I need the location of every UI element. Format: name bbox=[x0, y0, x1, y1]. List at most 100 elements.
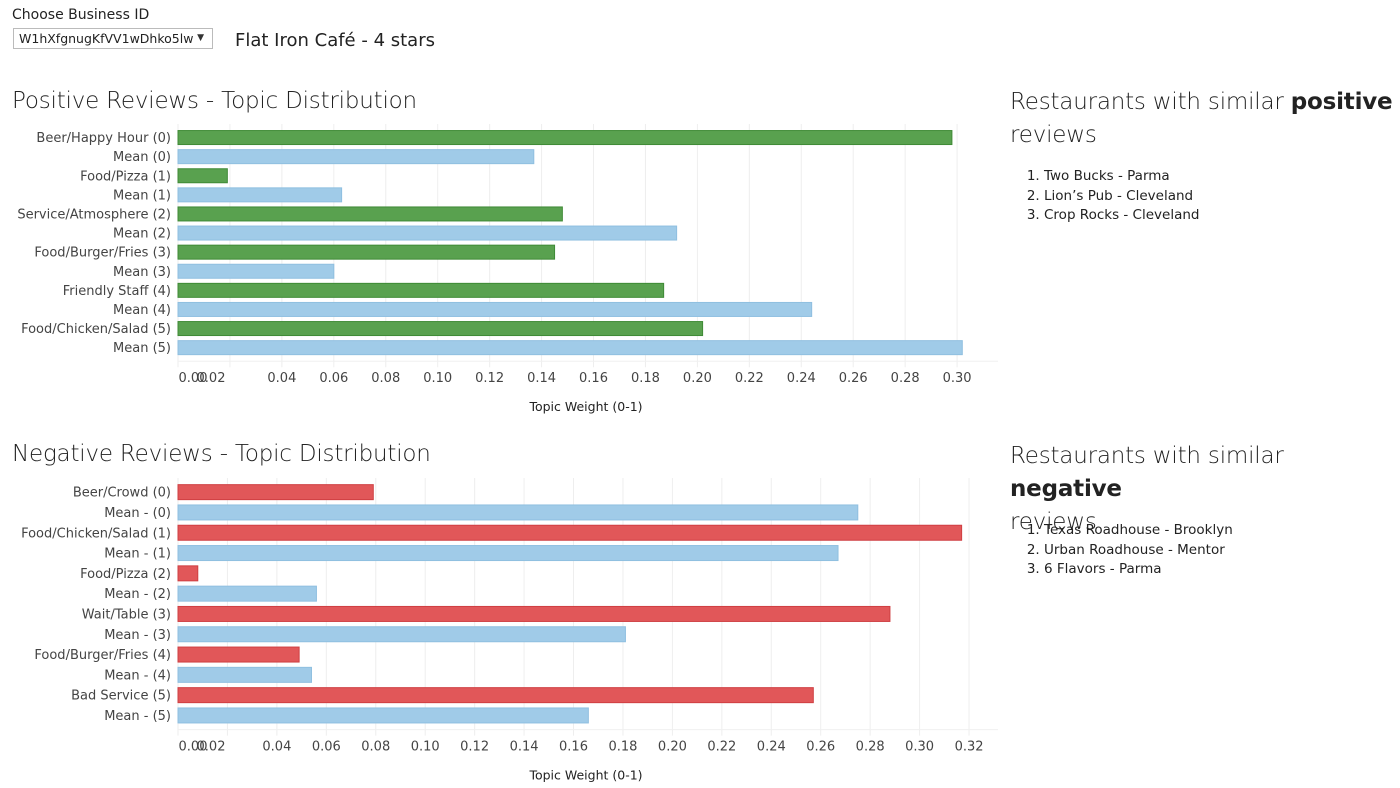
category-label: Food/Pizza (1) bbox=[80, 169, 171, 184]
list-item: Crop Rocks - Cleveland bbox=[1044, 206, 1200, 226]
category-label: Food/Pizza (2) bbox=[80, 567, 171, 582]
topic-bar[interactable] bbox=[177, 321, 704, 337]
x-tick-label: 0.22 bbox=[707, 740, 736, 755]
topic-bar[interactable] bbox=[177, 565, 199, 582]
mean-bar[interactable] bbox=[177, 545, 839, 562]
category-label: Mean - (1) bbox=[104, 547, 171, 562]
category-label: Mean (1) bbox=[113, 188, 171, 203]
x-tick-label: 0.18 bbox=[608, 740, 637, 755]
similar-positive-title-prefix: Restaurants with similar bbox=[1010, 89, 1291, 115]
x-tick-label: 0.04 bbox=[262, 740, 291, 755]
x-tick-label: 0.18 bbox=[631, 371, 660, 386]
x-tick-label: 0.28 bbox=[891, 371, 920, 386]
x-tick-label: 0.02 bbox=[197, 740, 226, 755]
category-label: Mean (5) bbox=[113, 341, 171, 356]
business-title: Flat Iron Café - 4 stars bbox=[235, 30, 435, 51]
x-tick-label: 0.08 bbox=[371, 371, 400, 386]
mean-bar[interactable] bbox=[177, 149, 535, 165]
similar-positive-list: Two Bucks - Parma Lion’s Pub - Cleveland… bbox=[1010, 167, 1200, 226]
x-tick-label: 0.10 bbox=[423, 371, 452, 386]
category-label: Service/Atmosphere (2) bbox=[17, 207, 171, 222]
x-tick-label: 0.24 bbox=[787, 371, 816, 386]
category-label: Beer/Happy Hour (0) bbox=[36, 131, 171, 146]
mean-bar[interactable] bbox=[177, 225, 678, 241]
topic-bar[interactable] bbox=[177, 605, 891, 622]
topic-bar[interactable] bbox=[177, 484, 374, 501]
x-tick-label: 0.30 bbox=[905, 740, 934, 755]
negative-chart-title: Negative Reviews - Topic Distribution bbox=[12, 441, 431, 467]
category-label: Food/Chicken/Salad (1) bbox=[21, 526, 171, 541]
topic-bar[interactable] bbox=[177, 130, 953, 146]
choose-business-label: Choose Business ID bbox=[12, 7, 150, 23]
category-label: Wait/Table (3) bbox=[82, 607, 171, 622]
x-tick-label: 0.08 bbox=[361, 740, 390, 755]
category-label: Mean - (3) bbox=[104, 628, 171, 643]
similar-negative-title-bold: negative bbox=[1010, 476, 1122, 502]
x-tick-label: 0.20 bbox=[658, 740, 687, 755]
mean-bar[interactable] bbox=[177, 263, 335, 279]
x-tick-label: 0.10 bbox=[411, 740, 440, 755]
category-label: Mean - (4) bbox=[104, 668, 171, 683]
topic-bar[interactable] bbox=[177, 168, 228, 184]
x-axis-title: Topic Weight (0-1) bbox=[528, 399, 642, 414]
mean-bar[interactable] bbox=[177, 340, 963, 356]
category-label: Mean - (5) bbox=[104, 709, 171, 724]
mean-bar[interactable] bbox=[177, 504, 859, 521]
business-id-value: W1hXfgnugKfVV1wDhko5lw bbox=[19, 31, 194, 46]
x-tick-label: 0.04 bbox=[267, 371, 296, 386]
mean-bar[interactable] bbox=[177, 187, 343, 203]
category-label: Food/Burger/Fries (3) bbox=[34, 246, 171, 261]
x-tick-label: 0.24 bbox=[757, 740, 786, 755]
similar-positive-title: Restaurants with similar positive reviews bbox=[1010, 86, 1400, 152]
x-tick-label: 0.12 bbox=[460, 740, 489, 755]
x-tick-label: 0.16 bbox=[559, 740, 588, 755]
topic-bar[interactable] bbox=[177, 524, 963, 541]
topic-bar[interactable] bbox=[177, 646, 300, 663]
topic-bar[interactable] bbox=[177, 687, 814, 704]
x-tick-label: 0.30 bbox=[943, 371, 972, 386]
category-label: Mean - (2) bbox=[104, 587, 171, 602]
list-item: Texas Roadhouse - Brooklyn bbox=[1044, 521, 1233, 541]
x-tick-label: 0.20 bbox=[683, 371, 712, 386]
topic-bar[interactable] bbox=[177, 206, 563, 222]
positive-chart-title: Positive Reviews - Topic Distribution bbox=[12, 88, 417, 114]
similar-positive-title-bold: positive bbox=[1290, 89, 1393, 115]
category-label: Mean - (0) bbox=[104, 506, 171, 521]
mean-bar[interactable] bbox=[177, 666, 312, 683]
x-tick-label: 0.12 bbox=[475, 371, 504, 386]
x-tick-label: 0.26 bbox=[839, 371, 868, 386]
x-tick-label: 0.02 bbox=[197, 371, 226, 386]
topic-bar[interactable] bbox=[177, 244, 556, 260]
list-item: Urban Roadhouse - Mentor bbox=[1044, 541, 1233, 561]
x-tick-label: 0.32 bbox=[955, 740, 984, 755]
list-item: 6 Flavors - Parma bbox=[1044, 560, 1233, 580]
similar-negative-title-prefix: Restaurants with similar bbox=[1010, 443, 1284, 469]
x-tick-label: 0.16 bbox=[579, 371, 608, 386]
list-item: Two Bucks - Parma bbox=[1044, 167, 1200, 187]
x-tick-label: 0.14 bbox=[527, 371, 556, 386]
category-label: Mean (2) bbox=[113, 227, 171, 242]
chevron-down-icon[interactable]: ▼ bbox=[197, 33, 204, 43]
category-label: Beer/Crowd (0) bbox=[73, 486, 171, 501]
topic-bar[interactable] bbox=[177, 282, 665, 298]
mean-bar[interactable] bbox=[177, 707, 589, 724]
x-tick-label: 0.26 bbox=[806, 740, 835, 755]
positive-topic-chart: Beer/Happy Hour (0) Mean (0) Food/Pizza (1… bbox=[17, 124, 998, 414]
similar-positive-title-suffix: reviews bbox=[1010, 122, 1097, 148]
category-label: Food/Burger/Fries (4) bbox=[34, 648, 171, 663]
x-tick-label: 0.06 bbox=[312, 740, 341, 755]
category-label: Mean (3) bbox=[113, 265, 171, 280]
x-tick-label: 0.14 bbox=[510, 740, 539, 755]
x-axis-title: Topic Weight (0-1) bbox=[528, 768, 642, 783]
negative-topic-chart: Beer/Crowd (0) Mean - (0) Food/Chicken/Sal… bbox=[21, 478, 998, 783]
mean-bar[interactable] bbox=[177, 585, 317, 602]
list-item: Lion’s Pub - Cleveland bbox=[1044, 187, 1200, 207]
category-label: Friendly Staff (4) bbox=[63, 284, 171, 299]
business-id-dropdown[interactable]: W1hXfgnugKfVV1wDhko5lw ▼ bbox=[13, 28, 213, 49]
similar-negative-list: Texas Roadhouse - Brooklyn Urban Roadhou… bbox=[1010, 521, 1233, 580]
mean-bar[interactable] bbox=[177, 626, 626, 643]
category-label: Food/Chicken/Salad (5) bbox=[21, 322, 171, 337]
mean-bar[interactable] bbox=[177, 301, 813, 317]
x-tick-label: 0.06 bbox=[319, 371, 348, 386]
x-tick-label: 0.22 bbox=[735, 371, 764, 386]
